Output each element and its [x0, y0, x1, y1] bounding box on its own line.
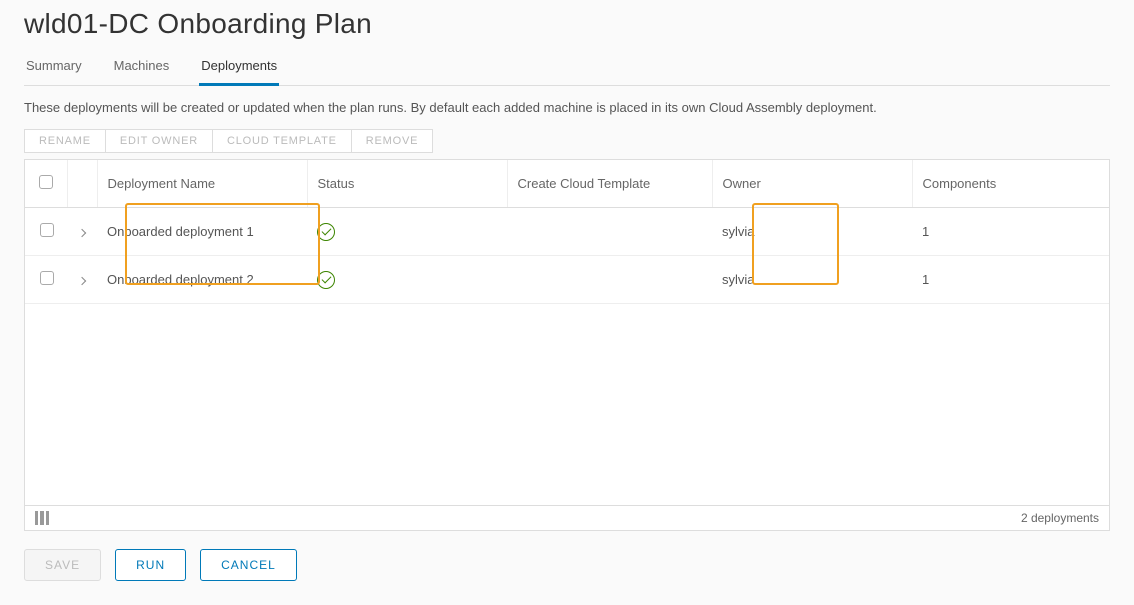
col-header-status[interactable]: Status [307, 160, 507, 208]
col-header-owner[interactable]: Owner [712, 160, 912, 208]
components-cell: 1 [922, 224, 929, 239]
row-checkbox[interactable] [40, 223, 54, 237]
save-button[interactable]: SAVE [24, 549, 101, 581]
table-footer: 2 deployments [25, 505, 1109, 530]
rename-button[interactable]: RENAME [25, 130, 106, 152]
table-row[interactable]: Onboarded deployment 1 sylvia 1 [25, 208, 1109, 256]
deployments-table: Deployment Name Status Create Cloud Temp… [25, 160, 1109, 304]
select-all-checkbox[interactable] [39, 175, 53, 189]
row-checkbox[interactable] [40, 271, 54, 285]
chevron-right-icon[interactable] [78, 229, 86, 237]
deployment-name: Onboarded deployment 1 [107, 224, 254, 239]
owner-cell: sylvia [722, 224, 755, 239]
status-ok-icon [317, 271, 335, 289]
cancel-button[interactable]: CANCEL [200, 549, 297, 581]
row-count-text: 2 deployments [1021, 511, 1099, 525]
action-bar: RENAME EDIT OWNER CLOUD TEMPLATE REMOVE [24, 129, 433, 153]
tabs-bar: Summary Machines Deployments [24, 52, 1110, 86]
run-button[interactable]: RUN [115, 549, 186, 581]
page-title: wld01-DC Onboarding Plan [24, 8, 1110, 40]
table-row[interactable]: Onboarded deployment 2 sylvia 1 [25, 256, 1109, 304]
cloud-template-button[interactable]: CLOUD TEMPLATE [213, 130, 352, 152]
components-cell: 1 [922, 272, 929, 287]
chevron-right-icon[interactable] [78, 277, 86, 285]
deployment-name: Onboarded deployment 2 [107, 272, 254, 287]
col-header-name[interactable]: Deployment Name [97, 160, 307, 208]
description-text: These deployments will be created or upd… [24, 100, 1110, 115]
tab-machines[interactable]: Machines [112, 52, 172, 86]
edit-owner-button[interactable]: EDIT OWNER [106, 130, 213, 152]
tab-deployments[interactable]: Deployments [199, 52, 279, 86]
col-header-components[interactable]: Components [912, 160, 1109, 208]
status-ok-icon [317, 223, 335, 241]
owner-cell: sylvia [722, 272, 755, 287]
remove-button[interactable]: REMOVE [352, 130, 432, 152]
deployments-table-container: Deployment Name Status Create Cloud Temp… [24, 159, 1110, 531]
tab-summary[interactable]: Summary [24, 52, 84, 86]
bottom-button-row: SAVE RUN CANCEL [24, 549, 1110, 581]
col-header-template[interactable]: Create Cloud Template [507, 160, 712, 208]
columns-toggle-icon[interactable] [35, 511, 49, 525]
